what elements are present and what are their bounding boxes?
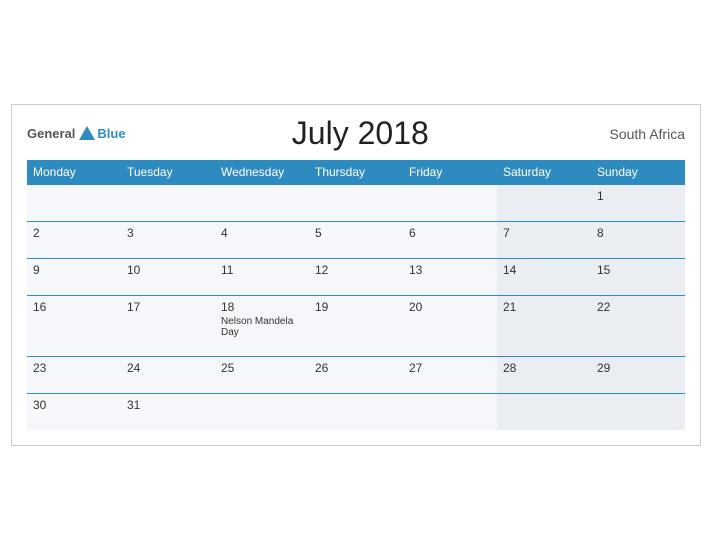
calendar-cell: 28 (497, 357, 591, 394)
calendar-cell: 18 Nelson Mandela Day (215, 296, 309, 357)
day-number: 17 (127, 300, 209, 314)
calendar-cell: 30 (27, 394, 121, 431)
calendar-cell: 2 (27, 222, 121, 259)
calendar-cell: 19 (309, 296, 403, 357)
day-number: 22 (597, 300, 679, 314)
calendar-cell: 25 (215, 357, 309, 394)
day-number: 27 (409, 361, 491, 375)
calendar-cell (215, 394, 309, 431)
calendar-cell: 31 (121, 394, 215, 431)
weekday-header-row: MondayTuesdayWednesdayThursdayFridaySatu… (27, 160, 685, 185)
calendar-cell (403, 185, 497, 222)
day-number: 19 (315, 300, 397, 314)
weekday-header-thursday: Thursday (309, 160, 403, 185)
calendar-cell: 9 (27, 259, 121, 296)
calendar-cell (309, 185, 403, 222)
calendar-cell: 6 (403, 222, 497, 259)
calendar-cell: 29 (591, 357, 685, 394)
calendar-cell (27, 185, 121, 222)
week-row-4: 23 24 25 26 27 28 29 (27, 357, 685, 394)
calendar-cell: 15 (591, 259, 685, 296)
day-number: 16 (33, 300, 115, 314)
country-name: South Africa (595, 126, 685, 142)
calendar-cell (309, 394, 403, 431)
calendar-cell: 21 (497, 296, 591, 357)
calendar-cell: 11 (215, 259, 309, 296)
day-number: 31 (127, 398, 209, 412)
day-number: 14 (503, 263, 585, 277)
calendar-cell: 26 (309, 357, 403, 394)
calendar-cell: 14 (497, 259, 591, 296)
calendar-cell: 7 (497, 222, 591, 259)
day-number: 13 (409, 263, 491, 277)
logo-general-text: General (27, 126, 75, 141)
calendar-cell: 4 (215, 222, 309, 259)
day-number: 6 (409, 226, 491, 240)
day-number: 5 (315, 226, 397, 240)
logo-icon (77, 124, 97, 144)
day-number: 20 (409, 300, 491, 314)
day-number: 12 (315, 263, 397, 277)
calendar-grid: MondayTuesdayWednesdayThursdayFridaySatu… (27, 160, 685, 430)
calendar-cell (121, 185, 215, 222)
calendar-cell (497, 185, 591, 222)
day-number: 28 (503, 361, 585, 375)
day-number: 3 (127, 226, 209, 240)
calendar-cell: 8 (591, 222, 685, 259)
logo-blue-text: Blue (97, 126, 125, 141)
day-number: 11 (221, 263, 303, 277)
calendar-cell (403, 394, 497, 431)
calendar-cell: 5 (309, 222, 403, 259)
calendar-cell (215, 185, 309, 222)
calendar-cell: 23 (27, 357, 121, 394)
day-number: 25 (221, 361, 303, 375)
calendar-cell (591, 394, 685, 431)
weekday-header-tuesday: Tuesday (121, 160, 215, 185)
weekday-header-friday: Friday (403, 160, 497, 185)
day-number: 8 (597, 226, 679, 240)
day-number: 10 (127, 263, 209, 277)
calendar-cell: 1 (591, 185, 685, 222)
calendar-title: July 2018 (126, 115, 595, 152)
weekday-header-monday: Monday (27, 160, 121, 185)
day-number: 18 (221, 300, 303, 314)
weekday-header-saturday: Saturday (497, 160, 591, 185)
calendar-header: General Blue July 2018 South Africa (27, 115, 685, 152)
day-number: 30 (33, 398, 115, 412)
calendar-tbody: 123456789101112131415161718Nelson Mandel… (27, 185, 685, 431)
calendar-cell: 12 (309, 259, 403, 296)
calendar-thead: MondayTuesdayWednesdayThursdayFridaySatu… (27, 160, 685, 185)
calendar-cell: 3 (121, 222, 215, 259)
holiday-name: Nelson Mandela Day (221, 316, 303, 338)
week-row-2: 9 10 11 12 13 14 15 (27, 259, 685, 296)
calendar-cell: 24 (121, 357, 215, 394)
weekday-header-sunday: Sunday (591, 160, 685, 185)
day-number: 1 (597, 189, 679, 203)
calendar-cell (497, 394, 591, 431)
day-number: 21 (503, 300, 585, 314)
calendar-cell: 22 (591, 296, 685, 357)
day-number: 2 (33, 226, 115, 240)
day-number: 29 (597, 361, 679, 375)
calendar-cell: 17 (121, 296, 215, 357)
logo: General Blue (27, 124, 126, 144)
week-row-5: 30 31 (27, 394, 685, 431)
day-number: 9 (33, 263, 115, 277)
calendar-cell: 16 (27, 296, 121, 357)
day-number: 4 (221, 226, 303, 240)
week-row-1: 2345678 (27, 222, 685, 259)
calendar-container: General Blue July 2018 South Africa Mond… (11, 104, 701, 446)
week-row-3: 16 17 18 Nelson Mandela Day 19 20 21 22 (27, 296, 685, 357)
calendar-cell: 20 (403, 296, 497, 357)
day-number: 15 (597, 263, 679, 277)
calendar-cell: 27 (403, 357, 497, 394)
calendar-cell: 13 (403, 259, 497, 296)
week-row-0: 1 (27, 185, 685, 222)
weekday-header-wednesday: Wednesday (215, 160, 309, 185)
day-number: 24 (127, 361, 209, 375)
calendar-cell: 10 (121, 259, 215, 296)
day-number: 23 (33, 361, 115, 375)
day-number: 26 (315, 361, 397, 375)
day-number: 7 (503, 226, 585, 240)
